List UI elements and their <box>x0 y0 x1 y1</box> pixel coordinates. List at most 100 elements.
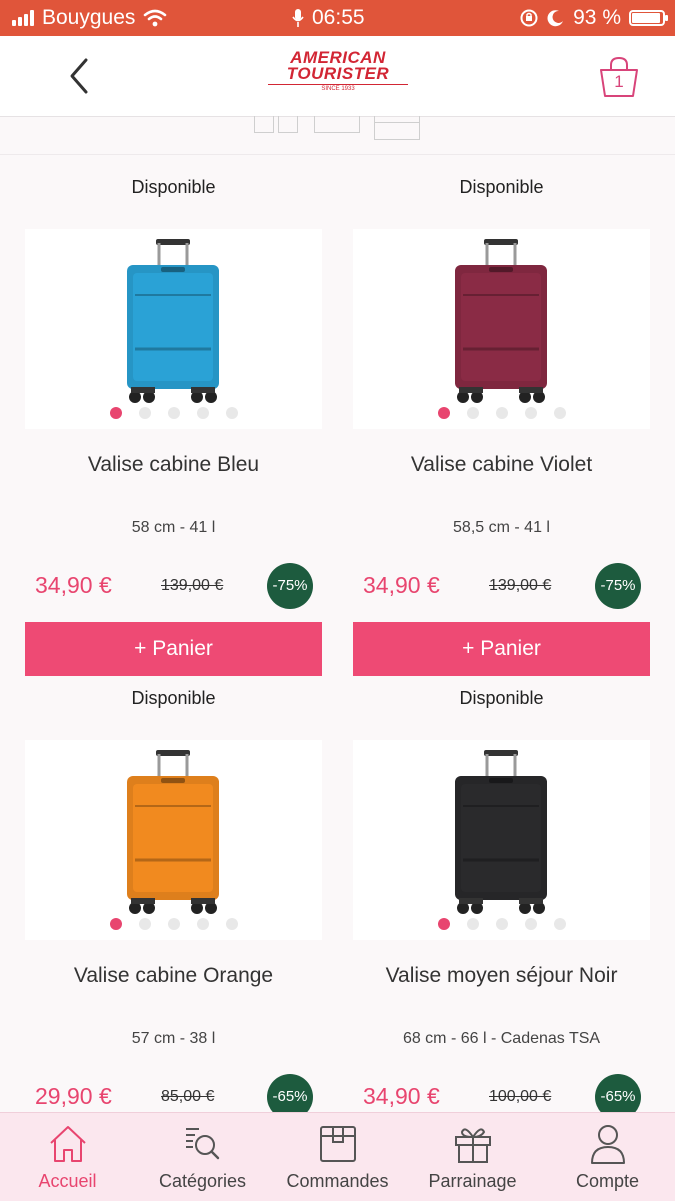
product-image[interactable] <box>353 740 650 940</box>
brand-logo[interactable]: AMERICAN TOURISTER SINCE 1933 <box>262 49 414 98</box>
tab-categories[interactable]: Catégories <box>135 1113 270 1201</box>
signal-icon <box>12 10 34 26</box>
discount-badge: -65% <box>267 1074 313 1113</box>
back-button[interactable] <box>60 54 100 98</box>
carousel-dot-active[interactable] <box>110 918 122 930</box>
tab-label: Catégories <box>158 1171 247 1191</box>
carousel-dot-active[interactable] <box>438 918 450 930</box>
carousel-dot[interactable] <box>554 918 566 930</box>
product-name[interactable]: Valise cabine Violet <box>353 453 650 477</box>
product-price: 34,90 € <box>363 1083 440 1109</box>
suitcase-image <box>127 239 219 403</box>
product-image[interactable] <box>353 229 650 429</box>
product-card[interactable]: Disponible <box>353 155 650 676</box>
carousel-dot-active[interactable] <box>110 407 122 419</box>
carrier-label: Bouygues <box>42 6 136 29</box>
status-bar: Bouygues 06:55 93 % <box>0 0 675 36</box>
tab-accueil[interactable]: Accueil <box>0 1113 135 1201</box>
product-price: 34,90 € <box>363 572 440 598</box>
view-toggles <box>252 116 422 140</box>
product-card[interactable]: Disponible <box>25 155 322 676</box>
categories-search-icon <box>186 1128 220 1160</box>
carousel-dots <box>438 407 566 419</box>
carousel-dots <box>438 918 566 930</box>
battery-percent: 93 % <box>573 6 621 29</box>
product-old-price: 85,00 € <box>161 1088 215 1105</box>
availability-label: Disponible <box>131 177 216 197</box>
home-icon <box>50 1126 86 1162</box>
carousel-dot[interactable] <box>496 407 508 419</box>
carousel-dot[interactable] <box>525 407 537 419</box>
product-old-price: 139,00 € <box>161 577 224 594</box>
carousel-dot[interactable] <box>554 407 566 419</box>
product-card[interactable]: Disponible <box>25 666 322 1113</box>
product-card[interactable]: Disponible <box>353 666 650 1113</box>
microphone-icon <box>292 9 304 27</box>
availability-label: Disponible <box>459 688 544 708</box>
tab-label: Accueil <box>38 1171 97 1191</box>
carousel-dot[interactable] <box>467 918 479 930</box>
moon-icon <box>547 10 564 27</box>
carousel-dot[interactable] <box>197 918 209 930</box>
cart-count-badge: 1 <box>614 72 624 91</box>
suitcase-image <box>127 750 219 914</box>
grid-view-icon-2[interactable] <box>278 116 298 133</box>
carousel-dot[interactable] <box>226 407 238 419</box>
discount-badge: -75% <box>267 563 313 609</box>
carousel-dot[interactable] <box>197 407 209 419</box>
carousel-dot[interactable] <box>496 918 508 930</box>
chevron-left-icon <box>70 58 88 94</box>
carousel-dot-active[interactable] <box>438 407 450 419</box>
product-price: 29,90 € <box>35 1083 112 1109</box>
tab-commandes[interactable]: Commandes <box>270 1113 405 1201</box>
status-right: 93 % <box>519 6 668 30</box>
nav-bar: AMERICAN TOURISTER SINCE 1933 1 <box>0 36 675 117</box>
brand-tagline: SINCE 1933 <box>268 84 408 93</box>
availability-label: Disponible <box>131 688 216 708</box>
product-old-price: 100,00 € <box>489 1088 552 1105</box>
rows-view-icon-2[interactable] <box>374 122 420 140</box>
carousel-dots <box>110 918 238 930</box>
carousel-dot[interactable] <box>467 407 479 419</box>
discount-badge: -75% <box>595 563 641 609</box>
carousel-dots <box>110 407 238 419</box>
tab-parrainage[interactable]: Parrainage <box>405 1113 540 1201</box>
suitcase-image <box>455 239 547 403</box>
product-image[interactable] <box>25 740 322 940</box>
status-center: 06:55 <box>292 6 365 30</box>
suitcase-image <box>455 750 547 914</box>
availability-label: Disponible <box>459 177 544 197</box>
carousel-dot[interactable] <box>168 918 180 930</box>
product-image[interactable] <box>25 229 322 429</box>
tab-bar: Accueil Catégories Commandes Parrainage <box>0 1112 675 1201</box>
product-name[interactable]: Valise cabine Bleu <box>25 453 322 477</box>
tab-label: Parrainage <box>428 1171 517 1191</box>
product-price: 34,90 € <box>35 572 112 598</box>
carousel-dot[interactable] <box>168 407 180 419</box>
tab-label: Commandes <box>286 1171 389 1191</box>
product-name[interactable]: Valise cabine Orange <box>25 964 322 988</box>
gift-icon <box>455 1128 491 1163</box>
wifi-icon <box>144 9 167 27</box>
status-left: Bouygues <box>12 6 167 30</box>
carousel-dot[interactable] <box>226 918 238 930</box>
product-size: 58 cm - 41 l <box>131 519 216 536</box>
grid-view-icon[interactable] <box>254 116 274 133</box>
discount-badge: -65% <box>595 1074 641 1113</box>
product-old-price: 139,00 € <box>489 577 552 594</box>
status-time: 06:55 <box>312 6 365 29</box>
user-icon <box>591 1125 625 1164</box>
rotation-lock-icon <box>520 9 538 27</box>
carousel-dot[interactable] <box>139 918 151 930</box>
cart-button[interactable]: 1 <box>596 56 642 100</box>
product-size: 68 cm - 66 l - Cadenas TSA <box>402 1030 601 1047</box>
product-size: 57 cm - 38 l <box>131 1030 216 1047</box>
list-view-icon[interactable] <box>314 116 360 133</box>
product-name[interactable]: Valise moyen séjour Noir <box>353 964 650 988</box>
product-size: 58,5 cm - 41 l <box>453 519 550 536</box>
battery-icon <box>629 10 668 26</box>
tab-compte[interactable]: Compte <box>540 1113 675 1201</box>
carousel-dot[interactable] <box>525 918 537 930</box>
tab-label: Compte <box>575 1171 640 1191</box>
carousel-dot[interactable] <box>139 407 151 419</box>
